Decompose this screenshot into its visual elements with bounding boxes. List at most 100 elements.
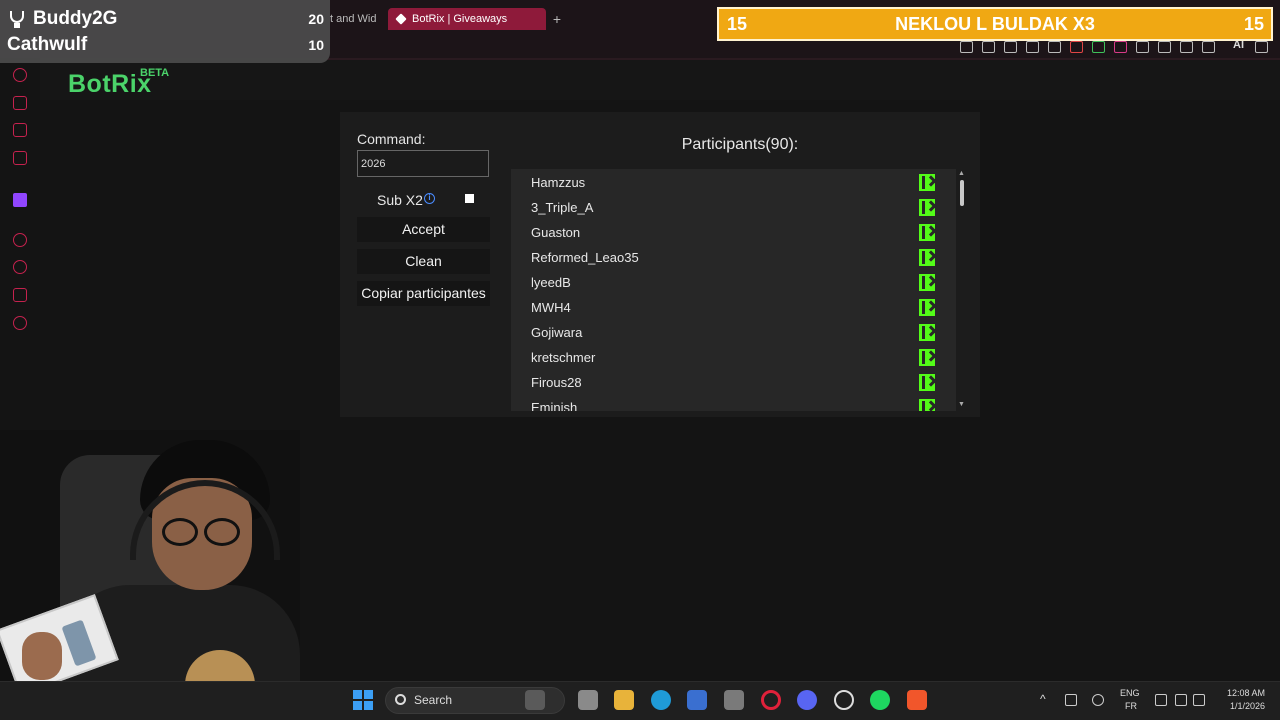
- leaderboard-name: Buddy2G: [33, 8, 118, 29]
- streamer-hand: [22, 632, 62, 680]
- scroll-thumb[interactable]: [960, 180, 964, 206]
- app-header: [40, 58, 1280, 100]
- list-item[interactable]: 3_Triple_A: [511, 195, 956, 220]
- windows-start-icon[interactable]: [353, 690, 373, 710]
- task-view-icon[interactable]: [578, 690, 598, 710]
- extension-u-icon[interactable]: [1114, 41, 1127, 53]
- sync-icon[interactable]: [1065, 694, 1077, 706]
- participant-name: Hamzzus: [531, 175, 586, 190]
- language-secondary[interactable]: FR: [1125, 701, 1137, 711]
- command-input[interactable]: [357, 150, 489, 177]
- kick-icon: [919, 374, 935, 391]
- participant-name: kretschmer: [531, 350, 596, 365]
- brave-icon[interactable]: [907, 690, 927, 710]
- list-item[interactable]: lyeedB: [511, 270, 956, 295]
- search-label: Search: [414, 693, 453, 707]
- participant-name: Guaston: [531, 225, 581, 240]
- participant-name: lyeedB: [531, 275, 571, 290]
- kick-icon: [919, 174, 935, 191]
- file-explorer-icon[interactable]: [614, 690, 634, 710]
- list-item[interactable]: Guaston: [511, 220, 956, 245]
- edge-icon[interactable]: [651, 690, 671, 710]
- participant-name: 3_Triple_A: [531, 200, 594, 215]
- search-icon: [395, 694, 406, 705]
- banner-count-right: 15: [1243, 14, 1264, 34]
- shield-icon[interactable]: [1004, 41, 1017, 53]
- battery-icon[interactable]: [1193, 694, 1205, 706]
- list-item[interactable]: Eminish: [511, 395, 956, 411]
- store-icon[interactable]: [687, 690, 707, 710]
- extension-red-icon[interactable]: [1070, 41, 1083, 53]
- twitch-icon[interactable]: [13, 193, 27, 207]
- kick-icon: [919, 199, 935, 216]
- participants-title: Participants(90):: [681, 136, 799, 153]
- kick-icon: [919, 299, 935, 316]
- puzzle-icon[interactable]: [1136, 41, 1149, 53]
- volume-icon[interactable]: [1175, 694, 1187, 706]
- scroll-up-icon[interactable]: ▲: [958, 170, 965, 177]
- kick-icon: [919, 249, 935, 266]
- kick-icon: [919, 399, 935, 411]
- participant-name: Reformed_Leao35: [531, 250, 639, 265]
- heart-icon[interactable]: [1048, 41, 1061, 53]
- tray-chevron-icon[interactable]: ^: [1040, 692, 1046, 706]
- mail-icon[interactable]: [13, 151, 27, 165]
- command-label: Command:: [357, 131, 426, 147]
- leaderboard-score: 10: [308, 37, 324, 53]
- new-tab-button[interactable]: +: [550, 10, 564, 28]
- shop-icon[interactable]: [13, 96, 27, 110]
- kick-icon: [919, 274, 935, 291]
- list-item[interactable]: kretschmer: [511, 345, 956, 370]
- obs-icon[interactable]: [834, 690, 854, 710]
- list-item[interactable]: Gojiwara: [511, 320, 956, 345]
- clock-time[interactable]: 12:08 AM: [1205, 688, 1265, 698]
- pin-icon[interactable]: [960, 41, 973, 53]
- clock-date[interactable]: 1/1/2026: [1205, 701, 1265, 711]
- profile-icon[interactable]: [1158, 41, 1171, 53]
- puzzle-rail-icon[interactable]: [13, 288, 27, 302]
- participant-name: Gojiwara: [531, 325, 583, 340]
- banner-count-left: 15: [727, 14, 748, 34]
- ticket-icon[interactable]: [13, 123, 27, 137]
- list-item[interactable]: Reformed_Leao35: [511, 245, 956, 270]
- leaderboard-score: 20: [308, 11, 324, 27]
- copy-participants-button[interactable]: Copiar participantes: [357, 281, 490, 306]
- spotify-icon[interactable]: [870, 690, 890, 710]
- banner-title: NEKLOU L BULDAK X3: [895, 14, 1095, 34]
- dashboard-icon[interactable]: [13, 68, 27, 82]
- info-icon[interactable]: i: [424, 193, 435, 204]
- microphone-icon[interactable]: [1092, 694, 1104, 706]
- tab-botrix-giveaways[interactable]: BotRix | Giveaways: [388, 8, 546, 30]
- app-icon[interactable]: [724, 690, 744, 710]
- opera-icon[interactable]: [761, 690, 781, 710]
- scroll-down-icon[interactable]: ▼: [958, 401, 965, 408]
- search-highlight-icon[interactable]: [525, 690, 545, 710]
- tab-previous[interactable]: t and Wid: [330, 8, 382, 30]
- sub-x2-checkbox[interactable]: [465, 194, 474, 203]
- display-icon[interactable]: [1155, 694, 1167, 706]
- settings-icon[interactable]: [13, 316, 27, 330]
- language-indicator[interactable]: ENG: [1120, 688, 1140, 698]
- menu-icon[interactable]: [1255, 41, 1268, 53]
- send-icon[interactable]: [1026, 41, 1039, 53]
- trophy-base: [14, 23, 20, 28]
- windows-taskbar: [0, 681, 1280, 720]
- kick-icon: [919, 224, 935, 241]
- participants-list[interactable]: Hamzzus 3_Triple_A Guaston Reformed_Leao…: [511, 169, 956, 411]
- download-icon[interactable]: [1180, 41, 1193, 53]
- clean-button[interactable]: Clean: [357, 249, 490, 274]
- list-item[interactable]: Firous28: [511, 370, 956, 395]
- kick-icon: [919, 324, 935, 341]
- cursor-icon[interactable]: [1202, 41, 1215, 53]
- list-item[interactable]: Hamzzus: [511, 170, 956, 195]
- download-green-icon[interactable]: [1092, 41, 1105, 53]
- accept-button[interactable]: Accept: [357, 217, 490, 242]
- clock-icon[interactable]: [13, 260, 27, 274]
- tab-label: BotRix | Giveaways: [412, 13, 508, 25]
- participant-name: Eminish: [531, 400, 578, 411]
- discord-icon[interactable]: [797, 690, 817, 710]
- kick-icon: [919, 349, 935, 366]
- play-icon[interactable]: [13, 233, 27, 247]
- screenshot-icon[interactable]: [982, 41, 995, 53]
- list-item[interactable]: MWH4: [511, 295, 956, 320]
